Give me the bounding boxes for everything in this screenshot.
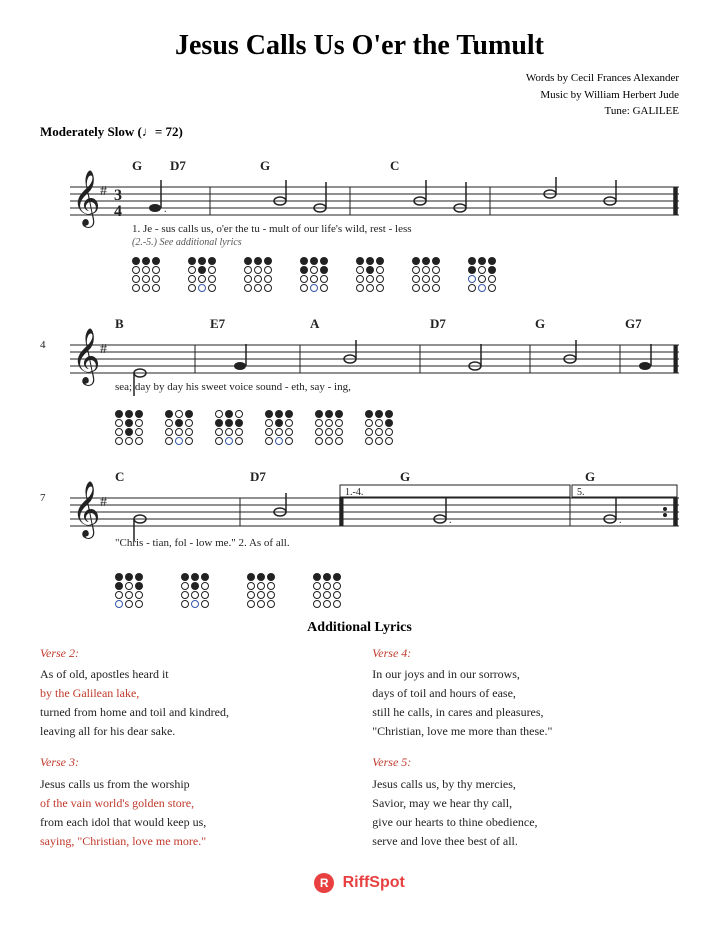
- svg-text:(2.-5.) See additional lyrics: (2.-5.) See additional lyrics: [132, 237, 242, 248]
- verse5-text: Jesus calls us, by thy mercies, Savior, …: [372, 775, 679, 852]
- svg-text:"Chris - tian, fol - low: "Chris - tian, fol - low me." 2. As of a…: [115, 537, 290, 549]
- svg-text:G: G: [535, 316, 545, 331]
- logo-footer: R RiffSpot: [40, 873, 679, 893]
- svg-text:G: G: [585, 469, 595, 484]
- verse4-title: Verse 4:: [372, 644, 679, 663]
- riffspot-icon: R: [314, 873, 334, 893]
- chord-dots-section-2: [115, 410, 679, 445]
- chord-dots-section-3: [115, 573, 679, 608]
- svg-text:5.: 5.: [577, 487, 585, 498]
- attribution: Words by Cecil Frances Alexander Music b…: [40, 70, 679, 120]
- verse4-text: In our joys and in our sorrows, days of …: [372, 665, 679, 742]
- staff-section-2: 4 𝄞 # B E7 A D7 G G7: [40, 300, 679, 445]
- words-credit: Words by Cecil Frances Alexander: [40, 70, 679, 87]
- svg-text:G7: G7: [625, 316, 642, 331]
- staff-section-1: 𝄞 # 3 4 G D7 G C .: [40, 142, 679, 292]
- svg-text:#: #: [100, 495, 107, 510]
- svg-text:B: B: [115, 316, 124, 331]
- logo-text: RiffSpot: [343, 875, 405, 892]
- svg-text:C: C: [115, 469, 124, 484]
- staff-svg-1: 𝄞 # 3 4 G D7 G C .: [40, 142, 679, 257]
- svg-text:.: .: [164, 204, 167, 215]
- svg-text:1. Je - sus calls us, o'er: 1. Je - sus calls us, o'er the tu - mult…: [132, 223, 412, 235]
- verse3-text: Jesus calls us from the worship of the v…: [40, 775, 347, 852]
- svg-text:#: #: [100, 184, 107, 199]
- svg-text:𝄞: 𝄞: [72, 482, 100, 539]
- svg-text:1.-4.: 1.-4.: [345, 487, 363, 498]
- tune-credit: Tune: GALILEE: [40, 103, 679, 120]
- lyrics-col-left: Verse 2: As of old, apostles heard it by…: [40, 644, 347, 864]
- svg-text:G: G: [260, 158, 270, 173]
- verse2-title: Verse 2:: [40, 644, 347, 663]
- song-title: Jesus Calls Us O'er the Tumult: [40, 30, 679, 62]
- lyrics-columns: Verse 2: As of old, apostles heard it by…: [40, 644, 679, 864]
- verse3-title: Verse 3:: [40, 753, 347, 772]
- chord-dots-section-1: [132, 257, 679, 292]
- staff-svg-2: 4 𝄞 # B E7 A D7 G G7: [40, 300, 679, 410]
- svg-text:sea; day by day his: sea; day by day his sweet voice sound - …: [115, 381, 351, 393]
- svg-text:C: C: [390, 158, 399, 173]
- page: Jesus Calls Us O'er the Tumult Words by …: [0, 0, 719, 930]
- tempo-marking: Moderately Slow (♩= 72): [40, 124, 679, 140]
- svg-text:G: G: [400, 469, 410, 484]
- staff-section-3: 7 𝄞 # 1.-4. 5.: [40, 453, 679, 608]
- music-credit: Music by William Herbert Jude: [40, 87, 679, 104]
- svg-text:3: 3: [114, 187, 122, 204]
- svg-text:E7: E7: [210, 316, 226, 331]
- svg-text:7: 7: [40, 492, 46, 504]
- svg-text:.: .: [449, 515, 452, 526]
- lyrics-col-right: Verse 4: In our joys and in our sorrows,…: [372, 644, 679, 864]
- svg-text:G: G: [132, 158, 142, 173]
- additional-lyrics-title: Additional Lyrics: [40, 620, 679, 636]
- svg-text:.: .: [619, 515, 622, 526]
- svg-text:A: A: [310, 316, 320, 331]
- svg-text:#: #: [100, 342, 107, 357]
- svg-text:D7: D7: [250, 469, 266, 484]
- verse5-title: Verse 5:: [372, 753, 679, 772]
- additional-lyrics-section: Additional Lyrics Verse 2: As of old, ap…: [40, 620, 679, 864]
- svg-text:4: 4: [40, 339, 46, 351]
- svg-text:4: 4: [114, 203, 122, 220]
- svg-text:D7: D7: [170, 158, 186, 173]
- staff-svg-3: 7 𝄞 # 1.-4. 5.: [40, 453, 679, 573]
- svg-text:𝄞: 𝄞: [72, 329, 100, 386]
- svg-text:𝄞: 𝄞: [72, 171, 100, 228]
- verse2-text: As of old, apostles heard it by the Gali…: [40, 665, 347, 742]
- svg-text:D7: D7: [430, 316, 446, 331]
